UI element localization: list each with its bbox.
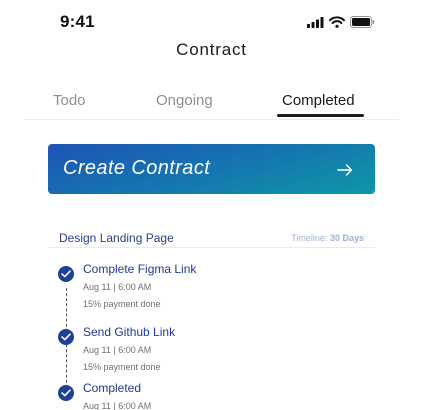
status-bar: 9:41 — [0, 0, 423, 44]
arrow-right-icon — [337, 163, 353, 181]
cellular-signal-icon — [307, 15, 324, 33]
status-time: 9:41 — [60, 12, 95, 31]
battery-icon — [350, 15, 375, 33]
wifi-icon — [329, 15, 345, 33]
timeline-value: 30 Days — [329, 233, 364, 243]
tab-bar: Todo Ongoing Completed — [24, 90, 399, 120]
page-title: Contract — [176, 40, 247, 59]
tab-todo[interactable]: Todo — [53, 92, 86, 109]
check-circle-icon — [58, 266, 74, 282]
check-circle-icon — [58, 385, 74, 401]
check-circle-icon — [58, 329, 74, 345]
step-title: Completed — [83, 381, 142, 395]
step-date: Aug 11 | 6:00 AM — [83, 401, 152, 410]
step-title: Send Github Link — [83, 325, 176, 339]
step-payment: 15% payment done — [83, 362, 161, 372]
tab-ongoing[interactable]: Ongoing — [156, 92, 213, 109]
create-contract-button[interactable]: Create Contract — [48, 144, 375, 194]
timeline-info: Timeline: 30 Days — [291, 233, 364, 243]
timeline-label: Timeline: — [291, 233, 328, 243]
step-title: Complete Figma Link — [83, 262, 197, 276]
status-icons — [307, 15, 375, 33]
create-contract-label: Create Contract — [63, 157, 211, 179]
tab-completed[interactable]: Completed — [282, 92, 355, 109]
step-date: Aug 11 | 6:00 AM — [83, 282, 152, 292]
active-tab-indicator — [277, 114, 364, 117]
contract-section-header: Design Landing Page Timeline: 30 Days — [48, 226, 375, 248]
step-date: Aug 11 | 6:00 AM — [83, 345, 152, 355]
contract-title: Design Landing Page — [59, 231, 174, 245]
step-payment: 15% payment done — [83, 299, 161, 309]
